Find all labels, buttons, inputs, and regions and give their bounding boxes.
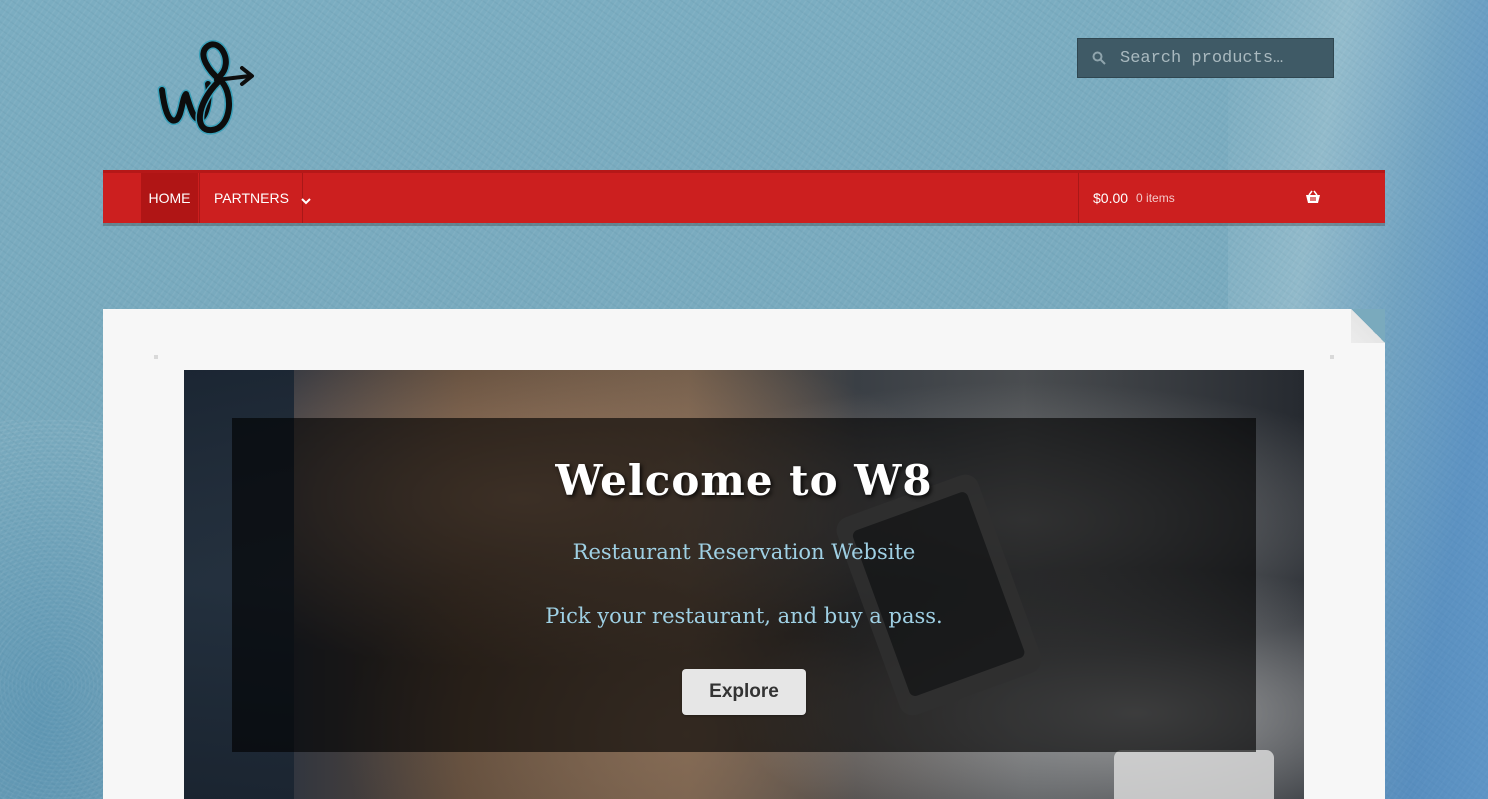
nav-item-home-label: HOME <box>148 190 191 206</box>
nav-item-partners[interactable]: PARTNERS <box>199 173 311 223</box>
basket-icon <box>1305 190 1321 204</box>
nav-item-partners-label: PARTNERS <box>214 190 289 206</box>
search-icon <box>1092 51 1106 65</box>
chevron-down-icon <box>301 193 311 205</box>
explore-button[interactable]: Explore <box>682 669 806 715</box>
primary-navigation: HOME PARTNERS $0.00 0 items <box>103 170 1385 223</box>
divider-dot <box>154 355 158 359</box>
cart-summary[interactable]: $0.00 0 items <box>1078 173 1321 223</box>
search-box[interactable] <box>1077 38 1334 78</box>
nav-item-home[interactable]: HOME <box>141 173 198 223</box>
cart-amount: $0.00 <box>1093 190 1129 206</box>
divider-dot <box>1330 355 1334 359</box>
main-content: Welcome to W8 Restaurant Reservation Web… <box>103 309 1385 799</box>
hero-tagline: Pick your restaurant, and buy a pass. <box>545 604 943 628</box>
hero-title: Welcome to W8 <box>555 456 933 505</box>
cart-item-count: 0 items <box>1136 191 1175 205</box>
hero-subtitle: Restaurant Reservation Website <box>572 540 916 564</box>
hero-banner: Welcome to W8 Restaurant Reservation Web… <box>184 370 1304 799</box>
site-logo[interactable] <box>150 32 260 142</box>
search-input[interactable] <box>1120 48 1333 68</box>
w8-logo-icon <box>157 40 254 135</box>
hero-image-mug <box>1114 750 1274 799</box>
hero-overlay: Welcome to W8 Restaurant Reservation Web… <box>232 418 1256 752</box>
corner-fold-decoration <box>1351 309 1385 343</box>
